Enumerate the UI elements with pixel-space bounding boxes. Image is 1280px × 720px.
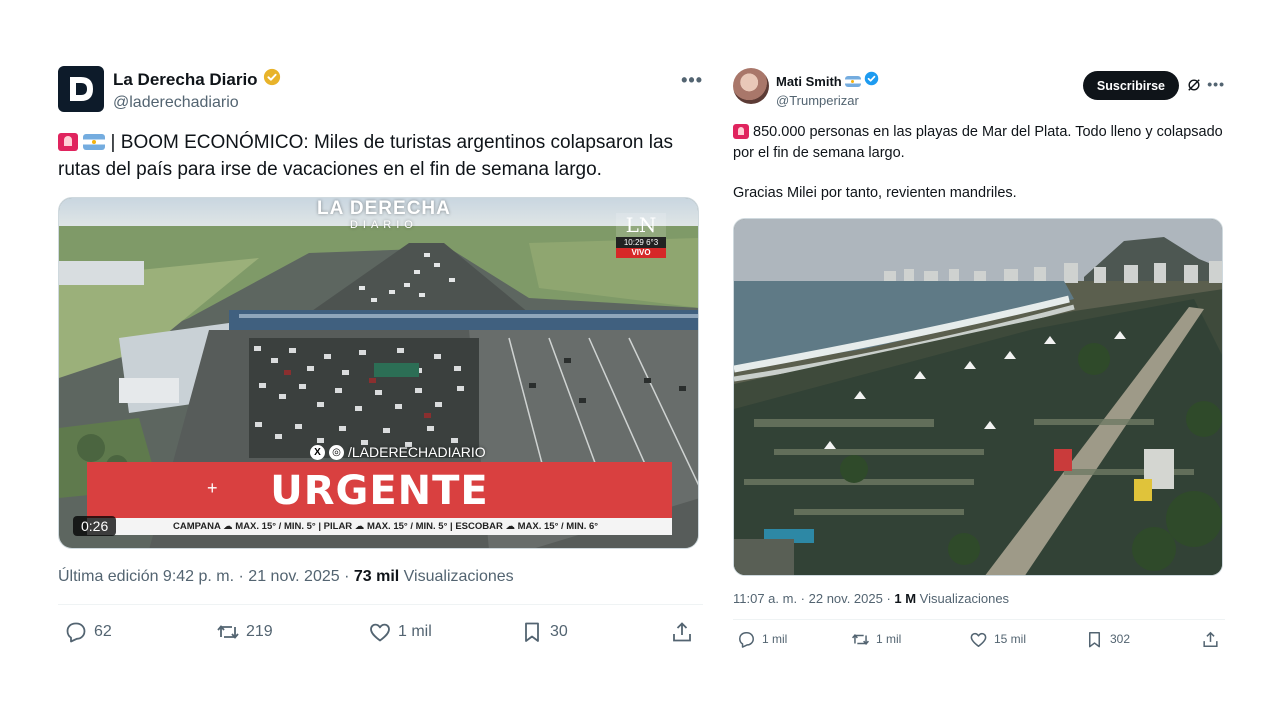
repost-button[interactable]: 1 mil xyxy=(851,630,901,649)
repost-icon xyxy=(217,625,239,639)
verified-icon xyxy=(864,71,879,91)
like-icon xyxy=(370,623,390,642)
repost-icon xyxy=(852,633,869,645)
tweet-text: | BOOM ECONÓMICO: Miles de turistas arge… xyxy=(58,132,674,180)
more-icon[interactable]: ••• xyxy=(681,70,703,91)
reply-button[interactable]: 1 mil xyxy=(737,630,787,649)
tweet-meta: 11:07 a. m. · 22 nov. 2025 · 1 M Visuali… xyxy=(733,590,1010,606)
subscribe-button[interactable]: Suscribirse xyxy=(1082,71,1179,100)
siren-emoji xyxy=(733,124,749,139)
author-name[interactable]: La Derecha Diario xyxy=(113,70,258,90)
share-icon xyxy=(673,622,691,642)
tweet-header: Mati Smith @Trumperizar Suscribirse ••• xyxy=(733,68,1225,108)
argentina-flag xyxy=(83,134,106,150)
video-duration: 0:26 xyxy=(73,516,117,536)
author-name[interactable]: Mati Smith xyxy=(776,74,842,89)
grok-icon[interactable] xyxy=(1187,78,1201,92)
siren-emoji xyxy=(58,133,78,151)
reply-button[interactable]: 62 xyxy=(64,620,112,644)
view-count: 73 mil xyxy=(353,568,400,585)
action-bar: 62 219 1 mil 30 xyxy=(58,605,703,659)
bookmark-button[interactable]: 30 xyxy=(520,620,568,644)
x-logo-icon: X xyxy=(310,444,325,460)
argentina-flag xyxy=(844,75,861,87)
author-handle[interactable]: @Trumperizar xyxy=(776,93,879,108)
social-handle-overlay: X ◎ /LADERECHADIARIO xyxy=(310,444,486,460)
verified-icon xyxy=(263,68,281,91)
tweet-text: 850.000 personas en las playas de Mar de… xyxy=(733,124,1223,201)
avatar[interactable] xyxy=(58,66,104,112)
bookmark-icon xyxy=(1088,631,1101,647)
more-icon[interactable]: ••• xyxy=(1207,76,1225,92)
tweet-left: La Derecha Diario @laderechadiario ••• |… xyxy=(58,66,703,659)
tweet-photo[interactable] xyxy=(733,217,1223,576)
bookmark-button[interactable]: 302 xyxy=(1085,630,1130,649)
channel-logo: LA DERECHA DIARIO xyxy=(317,198,451,231)
repost-button[interactable]: 219 xyxy=(216,620,273,644)
instagram-icon: ◎ xyxy=(329,444,344,460)
share-button[interactable] xyxy=(670,620,694,644)
reply-icon xyxy=(66,622,86,643)
action-bar: 1 mil 1 mil 15 mil 302 xyxy=(733,620,1225,658)
weather-ticker: CAMPANA ☁ MAX. 15° / MIN. 5° | PILAR ☁ M… xyxy=(87,518,672,535)
urgente-banner: + URGENTE xyxy=(87,462,672,518)
share-button[interactable] xyxy=(1201,630,1220,649)
reply-icon xyxy=(739,631,754,648)
share-icon xyxy=(1203,631,1218,647)
tv-channel-bug: LN 10:29 6°3 VIVO xyxy=(616,213,666,259)
bookmark-icon xyxy=(525,622,539,642)
view-count: 1 M xyxy=(894,590,917,606)
author-handle[interactable]: @laderechadiario xyxy=(113,94,281,112)
tweet-meta: Última edición 9:42 p. m. · 21 nov. 2025… xyxy=(58,568,514,585)
like-button[interactable]: 1 mil xyxy=(368,620,432,644)
like-button[interactable]: 15 mil xyxy=(969,630,1026,649)
avatar[interactable] xyxy=(733,68,769,104)
tweet-header: La Derecha Diario @laderechadiario ••• xyxy=(58,66,703,112)
tweet-video[interactable]: LA DERECHA DIARIO LN 10:29 6°3 VIVO X ◎ … xyxy=(58,197,699,549)
tweet-right: Mati Smith @Trumperizar Suscribirse ••• … xyxy=(733,68,1225,658)
like-icon xyxy=(970,632,987,647)
